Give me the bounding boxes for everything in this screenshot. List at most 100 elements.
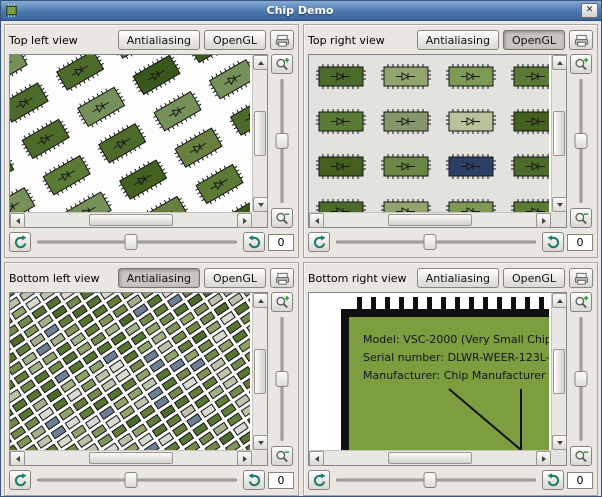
zoom-slider[interactable] (571, 76, 591, 206)
horizontal-scroll-thumb[interactable] (88, 214, 174, 226)
arrow-down-icon (257, 440, 264, 445)
chips-canvas[interactable] (10, 293, 252, 450)
chips-canvas[interactable]: Model: VSC-2000 (Very Small Chip) at 9 Se… (309, 293, 551, 450)
rotate-right-icon (247, 235, 262, 250)
arrow-right-icon (541, 455, 546, 462)
horizontal-scroll-track[interactable] (324, 213, 536, 227)
arrow-right-icon (242, 217, 247, 224)
rotate-right-button[interactable] (542, 232, 564, 252)
horizontal-scrollbar[interactable] (10, 450, 252, 466)
print-button[interactable] (270, 268, 294, 288)
scroll-left-button[interactable] (309, 451, 324, 466)
slider-handle[interactable] (124, 472, 138, 488)
slider-handle[interactable] (275, 371, 289, 388)
scroll-down-button[interactable] (552, 197, 567, 212)
rotate-slider[interactable] (333, 232, 539, 252)
horizontal-scroll-thumb[interactable] (88, 452, 174, 464)
vertical-scrollbar[interactable] (252, 293, 268, 450)
slider-handle[interactable] (574, 133, 588, 150)
rotate-right-button[interactable] (243, 232, 265, 252)
graphics-view[interactable]: Model: VSC-2000 (Very Small Chip) at 9 Se… (308, 292, 567, 466)
horizontal-scrollbar[interactable] (309, 450, 551, 466)
vertical-scrollbar[interactable] (551, 293, 567, 450)
arrow-down-icon (556, 202, 563, 207)
zoom-slider[interactable] (272, 76, 292, 206)
zoom-slider[interactable] (272, 314, 292, 444)
horizontal-scroll-thumb[interactable] (387, 214, 473, 226)
graphics-view[interactable] (308, 54, 567, 228)
zoom-out-button[interactable] (271, 446, 293, 466)
slider-handle[interactable] (574, 371, 588, 388)
vertical-scroll-thumb[interactable] (553, 110, 565, 157)
horizontal-scroll-thumb[interactable] (387, 452, 473, 464)
zoom-in-button[interactable] (570, 54, 592, 74)
vertical-scrollbar[interactable] (252, 55, 268, 212)
rotate-left-button[interactable] (9, 232, 31, 252)
antialiasing-button[interactable]: Antialiasing (117, 268, 200, 288)
scroll-right-button[interactable] (536, 213, 551, 228)
antialiasing-button[interactable]: Antialiasing (416, 30, 499, 50)
scroll-left-button[interactable] (309, 213, 324, 228)
print-button[interactable] (569, 268, 593, 288)
scroll-up-button[interactable] (253, 293, 268, 308)
vertical-scrollbar[interactable] (551, 55, 567, 212)
slider-handle[interactable] (124, 234, 138, 250)
vertical-scroll-track[interactable] (253, 70, 267, 197)
vertical-scroll-thumb[interactable] (553, 348, 565, 395)
rotate-right-button[interactable] (542, 470, 564, 490)
scroll-down-button[interactable] (253, 197, 268, 212)
slider-handle[interactable] (275, 133, 289, 150)
rotate-slider[interactable] (34, 232, 240, 252)
scroll-right-button[interactable] (536, 451, 551, 466)
vertical-scroll-track[interactable] (552, 308, 566, 435)
zoom-in-button[interactable] (570, 292, 592, 312)
opengl-button[interactable]: OpenGL (502, 30, 565, 50)
chips-canvas[interactable] (309, 55, 551, 212)
scroll-down-button[interactable] (253, 435, 268, 450)
scroll-up-button[interactable] (552, 55, 567, 70)
zoom-in-button[interactable] (271, 292, 293, 312)
rotate-slider[interactable] (34, 470, 240, 490)
horizontal-scroll-track[interactable] (25, 451, 237, 465)
rotate-right-button[interactable] (243, 470, 265, 490)
horizontal-scroll-track[interactable] (324, 451, 536, 465)
vertical-scroll-thumb[interactable] (254, 110, 266, 157)
zoom-out-button[interactable] (570, 446, 592, 466)
print-button[interactable] (270, 30, 294, 50)
graphics-view[interactable] (9, 54, 268, 228)
window-menu-icon[interactable] (4, 3, 19, 18)
scroll-left-button[interactable] (10, 451, 25, 466)
zoom-out-button[interactable] (271, 208, 293, 228)
antialiasing-button[interactable]: Antialiasing (117, 30, 200, 50)
slider-handle[interactable] (423, 472, 437, 488)
scroll-right-button[interactable] (237, 213, 252, 228)
title-bar[interactable]: Chip Demo ✕ (1, 1, 601, 21)
scroll-down-button[interactable] (552, 435, 567, 450)
scroll-up-button[interactable] (552, 293, 567, 308)
rotate-left-button[interactable] (308, 232, 330, 252)
horizontal-scroll-track[interactable] (25, 213, 237, 227)
horizontal-scrollbar[interactable] (309, 212, 551, 228)
zoom-out-button[interactable] (570, 208, 592, 228)
vertical-scroll-thumb[interactable] (254, 348, 266, 395)
opengl-button[interactable]: OpenGL (203, 30, 266, 50)
opengl-button[interactable]: OpenGL (502, 268, 565, 288)
scroll-right-button[interactable] (237, 451, 252, 466)
close-button[interactable]: ✕ (581, 3, 598, 18)
scroll-up-button[interactable] (253, 55, 268, 70)
chips-canvas[interactable] (10, 55, 252, 212)
vertical-scroll-track[interactable] (552, 70, 566, 197)
print-button[interactable] (569, 30, 593, 50)
vertical-scroll-track[interactable] (253, 308, 267, 435)
zoom-in-button[interactable] (271, 54, 293, 74)
scroll-left-button[interactable] (10, 213, 25, 228)
rotate-left-button[interactable] (9, 470, 31, 490)
opengl-button[interactable]: OpenGL (203, 268, 266, 288)
horizontal-scrollbar[interactable] (10, 212, 252, 228)
slider-handle[interactable] (423, 234, 437, 250)
antialiasing-button[interactable]: Antialiasing (416, 268, 499, 288)
zoom-slider[interactable] (571, 314, 591, 444)
rotate-slider[interactable] (333, 470, 539, 490)
graphics-view[interactable] (9, 292, 268, 466)
rotate-left-button[interactable] (308, 470, 330, 490)
